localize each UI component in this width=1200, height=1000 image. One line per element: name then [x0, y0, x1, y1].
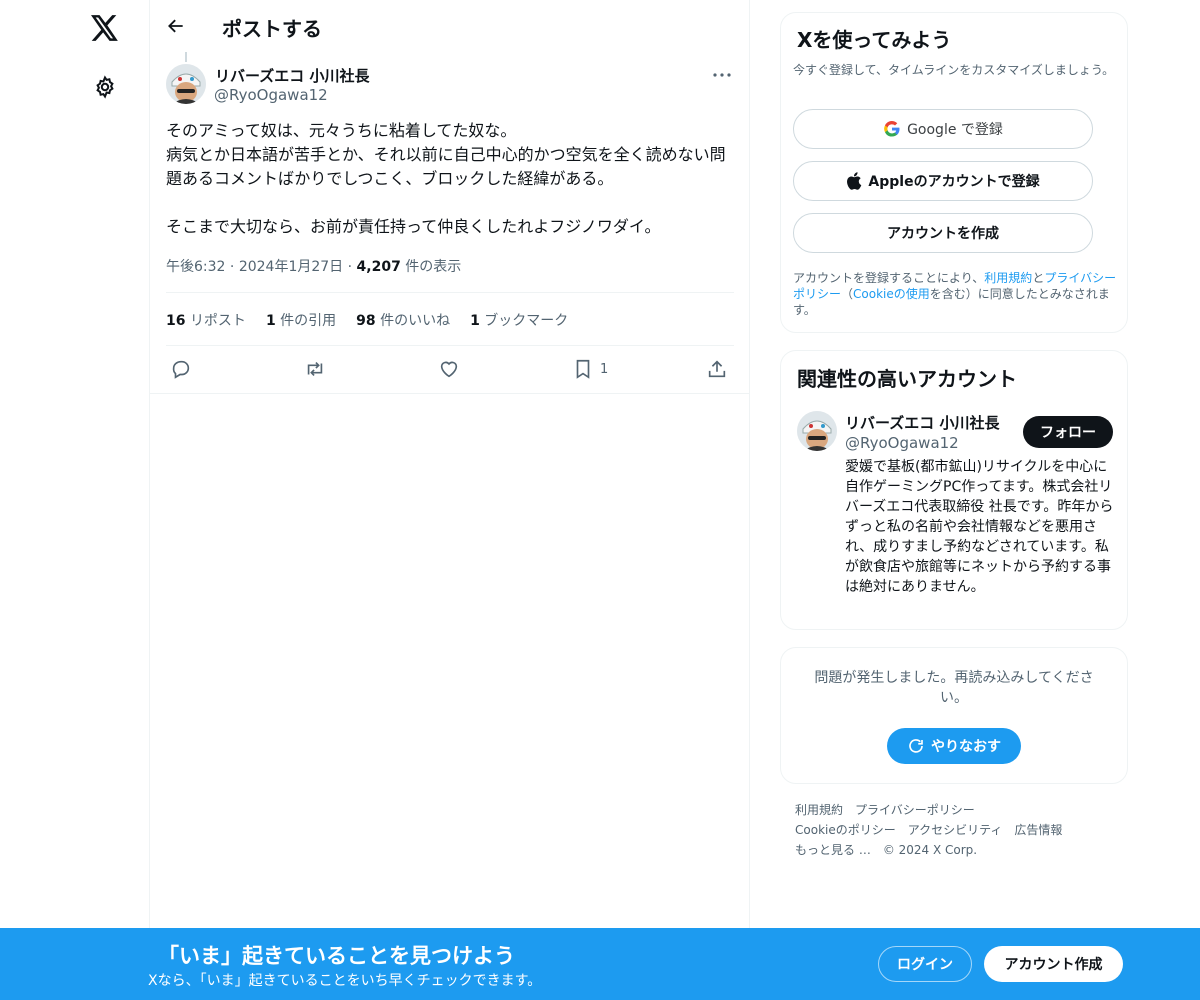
avatar[interactable] [166, 64, 206, 104]
terms-link[interactable]: 利用規約 [984, 271, 1032, 285]
main-column: ポストする リバーズエコ 小川社長 @RyoOgawa12 そのアミって奴は、元… [150, 0, 750, 1000]
signup-banner: 「いま」起きていることを見つけよう Xなら、「いま」起きていることをいち早くチェ… [0, 928, 1200, 1000]
quotes-stat[interactable]: 1 件の引用 [266, 310, 336, 330]
follow-button[interactable]: フォロー [1023, 416, 1113, 448]
google-signup-label: Google で登録 [907, 122, 1003, 138]
meta-dot: · [229, 259, 239, 275]
reply-icon[interactable] [170, 356, 192, 382]
related-title: 関連性の高いアカウント [797, 367, 1017, 391]
left-nav [0, 0, 150, 1000]
banner-subtitle: Xなら、「いま」起きていることをいち早くチェックできます。 [148, 973, 542, 989]
tweet-text: そのアミって奴は、元々うちに粘着してた奴な。 病気とか日本語が苦手とか、それ以前… [166, 121, 726, 236]
create-account-button[interactable]: アカウントを作成 [793, 213, 1093, 253]
more-icon[interactable] [708, 64, 736, 86]
signup-subtitle: 今すぐ登録して、タイムラインをカスタマイズしましょう。 [793, 63, 1115, 77]
signup-title: Xを使ってみよう [797, 28, 952, 52]
repost-icon[interactable] [304, 356, 326, 382]
views-count: 4,207 [356, 259, 401, 275]
gear-icon[interactable] [85, 67, 125, 107]
tweet-actions: 1 [166, 356, 734, 384]
footer-privacy[interactable]: プライバシーポリシー [855, 803, 975, 817]
google-icon [884, 120, 900, 137]
related-handle[interactable]: @RyoOgawa12 [845, 434, 959, 452]
error-message: 問題が発生しました。再読み込みしてください。 [814, 670, 1094, 706]
back-arrow-icon[interactable] [162, 12, 190, 40]
tweet-stats: 16 リポスト 1 件の引用 98 件のいいね 1 ブックマーク [166, 310, 568, 330]
author-name[interactable]: リバーズエコ 小川社長 [215, 65, 369, 86]
divider [150, 393, 750, 394]
signup-card: Xを使ってみよう 今すぐ登録して、タイムラインをカスタマイズしましょう。 Goo… [780, 12, 1128, 333]
bookmark-count: 1 [600, 361, 609, 377]
footer-terms[interactable]: 利用規約 [795, 803, 843, 817]
thread-line [185, 52, 187, 62]
apple-icon [847, 172, 862, 190]
footer-accessibility[interactable]: アクセシビリティ [908, 823, 1003, 837]
retry-button[interactable]: やりなおす [887, 728, 1021, 764]
views-label: 件の表示 [405, 259, 462, 275]
author-handle[interactable]: @RyoOgawa12 [214, 86, 328, 104]
cookie-link[interactable]: Cookieの使用 [853, 287, 930, 301]
create-account-label: アカウントを作成 [887, 226, 999, 242]
tweet-time[interactable]: 午後6:32 [166, 259, 225, 275]
divider [166, 292, 734, 293]
related-name[interactable]: リバーズエコ 小川社長 [845, 412, 999, 433]
google-signup-button[interactable]: Google で登録 [793, 109, 1093, 149]
reposts-stat[interactable]: 16 リポスト [166, 310, 246, 330]
bookmark-button[interactable]: 1 [572, 356, 608, 382]
error-card: 問題が発生しました。再読み込みしてください。 やりなおす [780, 647, 1128, 784]
divider [166, 345, 734, 346]
footer-copyright: © 2024 X Corp. [882, 843, 978, 857]
related-accounts-card: 関連性の高いアカウント リバーズエコ 小川社長 @RyoOgawa12 フォロー… [780, 350, 1128, 630]
bookmark-icon [576, 359, 590, 379]
share-icon[interactable] [706, 356, 728, 382]
related-avatar[interactable] [797, 411, 837, 451]
terms-notice: アカウントを登録することにより、利用規約とプライバシーポリシー（Cookieの使… [793, 271, 1117, 317]
refresh-icon [909, 739, 923, 753]
footer-cookie[interactable]: Cookieのポリシー [795, 823, 896, 837]
banner-signup-button[interactable]: アカウント作成 [984, 946, 1123, 982]
tweet-date[interactable]: 2024年1月27日 [239, 259, 343, 275]
footer-ads[interactable]: 広告情報 [1014, 823, 1062, 837]
tweet-meta: 午後6:32 · 2024年1月27日 · 4,207 件の表示 [166, 256, 461, 276]
meta-dot: · [347, 259, 357, 275]
apple-signup-label: Appleのアカウントで登録 [868, 174, 1040, 190]
like-icon[interactable] [438, 356, 460, 382]
footer-more[interactable]: もっと見る … [795, 843, 871, 857]
page-title: ポストする [222, 17, 322, 41]
apple-signup-button[interactable]: Appleのアカウントで登録 [793, 161, 1093, 201]
likes-stat[interactable]: 98 件のいいね [356, 310, 450, 330]
banner-title: 「いま」起きていることを見つけよう [158, 944, 515, 968]
related-bio: 愛媛で基板(都市鉱山)リサイクルを中心に自作ゲーミングPC作ってます。株式会社リ… [845, 459, 1114, 595]
bookmarks-stat[interactable]: 1 ブックマーク [470, 310, 568, 330]
footer-links: 利用規約 プライバシーポリシー Cookieのポリシー アクセシビリティ 広告情報 も… [795, 800, 1074, 860]
x-logo-icon[interactable] [85, 8, 125, 48]
retry-label: やりなおす [931, 739, 1001, 755]
login-button[interactable]: ログイン [878, 946, 972, 982]
